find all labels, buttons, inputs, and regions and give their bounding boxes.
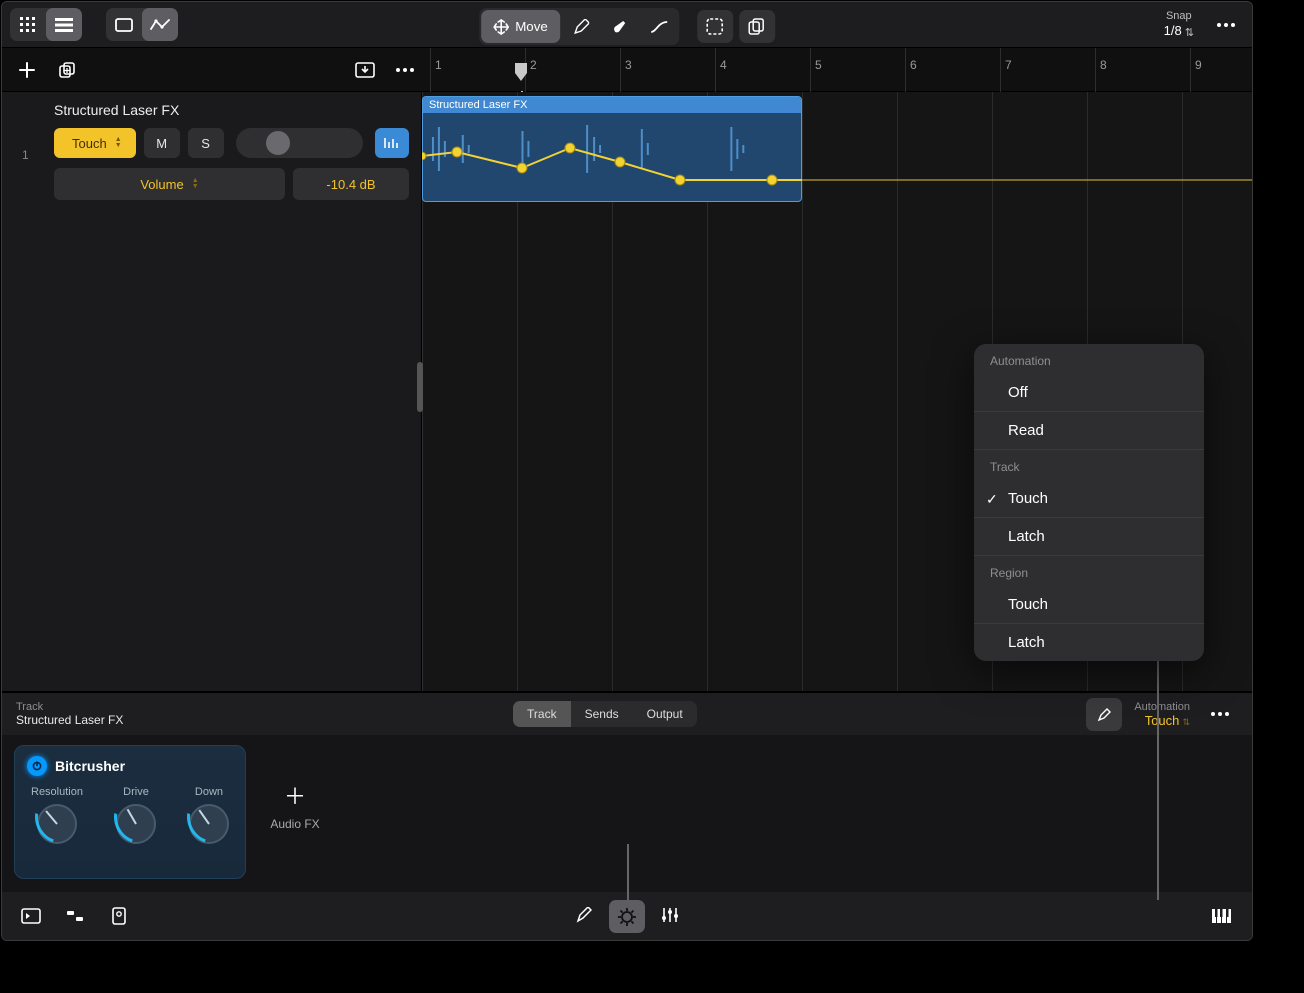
grid-view-button[interactable]: [10, 8, 46, 41]
pencil-tool-button[interactable]: [563, 10, 599, 43]
ruler-mark: 7: [1005, 58, 1012, 72]
more-menu-button[interactable]: [1208, 8, 1244, 41]
popover-item-region-touch[interactable]: Touch: [974, 586, 1204, 623]
popover-section-track: Track: [974, 449, 1204, 480]
mixer-button[interactable]: [60, 901, 90, 931]
plugin-power-button[interactable]: [27, 756, 47, 776]
snap-label: Snap: [1164, 10, 1194, 23]
knob-label: Drive: [123, 786, 149, 798]
move-tool-label: Move: [515, 19, 548, 34]
inspector-section-label: Track: [16, 701, 123, 713]
popover-item-read[interactable]: Read: [974, 411, 1204, 449]
popover-item-off[interactable]: Off: [974, 374, 1204, 411]
popover-section-region: Region: [974, 555, 1204, 586]
knob-label: Down: [195, 786, 223, 798]
inspector-more-button[interactable]: [1202, 698, 1238, 731]
clip-name: Structured Laser FX: [423, 97, 801, 113]
inspector-automation-display[interactable]: Automation Touch ⇅: [1134, 701, 1190, 728]
inspector-segment: Track Sends Output: [513, 701, 697, 727]
ruler-mark: 3: [625, 58, 632, 72]
automation-mode-button[interactable]: Touch ▲▼: [54, 128, 136, 158]
track-index: 1: [22, 148, 29, 162]
popover-section-automation: Automation: [974, 344, 1204, 374]
callout-line: [1157, 636, 1159, 900]
chevron-updown-icon: ▲▼: [192, 178, 199, 190]
add-fx-label: Audio FX: [270, 817, 319, 831]
seg-track[interactable]: Track: [513, 701, 571, 727]
automation-view-button[interactable]: [142, 8, 178, 41]
inspector-automation-label: Automation: [1134, 701, 1190, 713]
inspector-track-name: Structured Laser FX: [16, 713, 123, 727]
controls-sliders-button[interactable]: [655, 900, 685, 930]
plugin-knob-drive[interactable]: Drive: [116, 786, 156, 844]
ruler-mark: 1: [435, 58, 442, 72]
popover-item-track-latch[interactable]: Latch: [974, 517, 1204, 555]
ruler-mark: 4: [720, 58, 727, 72]
track-name: Structured Laser FX: [14, 102, 409, 118]
popover-item-region-latch[interactable]: Latch: [974, 623, 1204, 661]
callout-line: [627, 844, 629, 900]
popover-item-track-touch[interactable]: ✓Touch: [974, 480, 1204, 517]
chevron-updown-icon: ⇅: [1182, 717, 1190, 727]
ruler-mark: 5: [815, 58, 822, 72]
ruler-mark: 8: [1100, 58, 1107, 72]
copy-tool-button[interactable]: [739, 10, 775, 43]
snap-stepper-icon: ⇅: [1185, 27, 1194, 40]
keyboard-button[interactable]: [1208, 901, 1238, 931]
plugin-tile[interactable]: Bitcrusher Resolution Drive Down: [14, 745, 246, 879]
region-automation-toggle[interactable]: [375, 128, 409, 158]
volume-fader[interactable]: [236, 128, 363, 158]
snap-value: 1/8: [1164, 23, 1182, 38]
solo-button[interactable]: S: [188, 128, 224, 158]
waveform-icon: [423, 117, 801, 181]
ruler-mark: 9: [1195, 58, 1202, 72]
marquee-tool-button[interactable]: [697, 10, 733, 43]
playhead[interactable]: [513, 63, 529, 83]
ruler-mark: 2: [530, 58, 537, 72]
brush-tool-button[interactable]: [602, 10, 638, 43]
automation-mode-popover: Automation Off Read Track ✓Touch Latch R…: [974, 344, 1204, 661]
audio-clip[interactable]: Structured Laser FX: [422, 96, 802, 202]
inspector-edit-button[interactable]: [1086, 698, 1122, 731]
plugin-knob-resolution[interactable]: Resolution: [31, 786, 83, 844]
knob-label: Resolution: [31, 786, 83, 798]
seg-sends[interactable]: Sends: [571, 701, 633, 727]
timeline-ruler[interactable]: 1 2 3 4 5 6 7 8 9: [430, 48, 1242, 92]
snap-display[interactable]: Snap 1/8 ⇅: [1164, 10, 1200, 39]
automation-param-select[interactable]: Volume ▲▼: [54, 168, 285, 200]
list-view-button[interactable]: [46, 8, 82, 41]
scrollbar-thumb[interactable]: [417, 362, 423, 412]
inspector-automation-value: Touch: [1145, 713, 1180, 728]
curve-tool-button[interactable]: [641, 10, 677, 43]
library-button[interactable]: [16, 901, 46, 931]
import-button[interactable]: [350, 55, 380, 85]
check-icon: ✓: [986, 491, 998, 508]
edit-pencil-button[interactable]: [569, 900, 599, 930]
fader-knob[interactable]: [266, 131, 290, 155]
automation-param-value[interactable]: -10.4 dB: [293, 168, 409, 200]
plugin-name: Bitcrusher: [55, 758, 125, 774]
chevron-updown-icon: ▲▼: [115, 137, 122, 149]
ruler-mark: 6: [910, 58, 917, 72]
track-options-button[interactable]: [390, 55, 420, 85]
plugin-knob-down[interactable]: Down: [189, 786, 229, 844]
automation-mode-label: Touch: [72, 136, 107, 151]
seg-output[interactable]: Output: [633, 701, 697, 727]
smart-controls-button[interactable]: [609, 900, 645, 933]
plus-icon: ＋: [284, 779, 306, 811]
move-tool-button[interactable]: Move: [481, 10, 560, 43]
region-view-button[interactable]: [106, 8, 142, 41]
notepad-button[interactable]: [104, 901, 134, 931]
automation-param-label: Volume: [140, 177, 183, 192]
duplicate-track-button[interactable]: [52, 55, 82, 85]
add-track-button[interactable]: [12, 55, 42, 85]
mute-button[interactable]: M: [144, 128, 180, 158]
add-audio-fx-button[interactable]: ＋ Audio FX: [260, 765, 330, 845]
